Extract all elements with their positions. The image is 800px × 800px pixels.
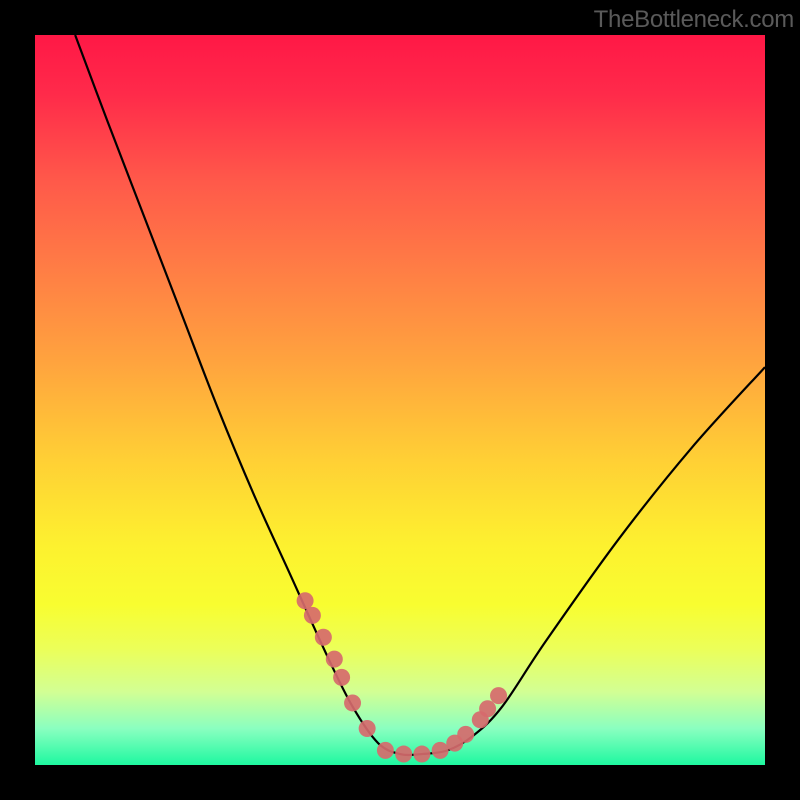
highlight-dot <box>413 746 430 763</box>
highlight-dot <box>377 742 394 759</box>
highlight-dot <box>395 746 412 763</box>
watermark-text: TheBottleneck.com <box>594 6 794 34</box>
highlight-dot <box>344 694 361 711</box>
highlight-dot <box>457 726 474 743</box>
bottleneck-curve-path <box>75 35 765 755</box>
highlight-dot <box>326 651 343 668</box>
highlight-dot <box>432 742 449 759</box>
highlight-dot <box>315 629 332 646</box>
highlight-dot <box>490 687 507 704</box>
chart-frame: TheBottleneck.com <box>0 0 800 800</box>
highlight-dot <box>304 607 321 624</box>
bottleneck-curve <box>75 35 765 755</box>
highlight-dot <box>333 669 350 686</box>
highlight-dot <box>359 720 376 737</box>
highlight-dot <box>479 700 496 717</box>
curve-svg <box>35 35 765 765</box>
plot-area <box>35 35 765 765</box>
highlight-dot <box>297 592 314 609</box>
highlight-dots <box>297 592 507 762</box>
